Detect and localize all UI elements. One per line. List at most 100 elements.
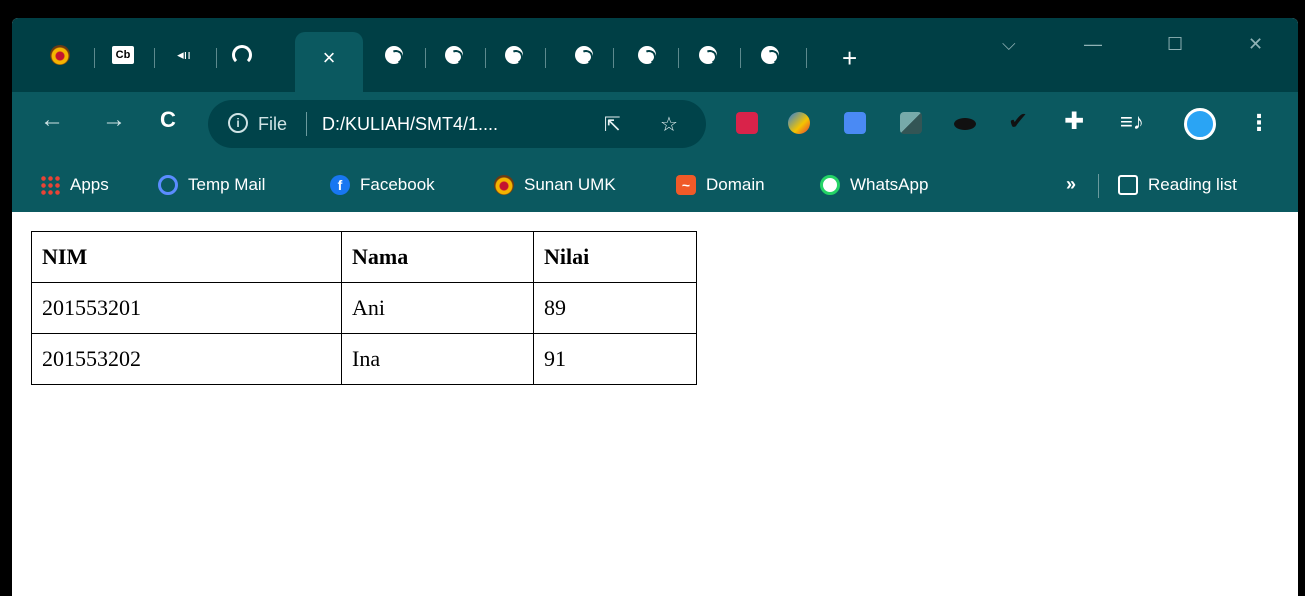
tab-active[interactable]: × [295, 32, 363, 92]
media-control-icon[interactable]: ≡♪ [1120, 110, 1144, 134]
url-scheme: File [258, 114, 288, 134]
page-content: NIM Nama Nilai 201553201 Ani 89 20155320… [12, 212, 1298, 596]
tab-page[interactable] [370, 35, 418, 75]
umk-logo-icon [50, 45, 70, 65]
extension-globe-icon[interactable] [788, 112, 810, 134]
speaker-icon: ◂ıı [177, 47, 191, 62]
bookmark-facebook[interactable]: f Facebook [330, 174, 435, 196]
header-nim: NIM [31, 231, 342, 283]
share-icon[interactable]: ⇱ [604, 112, 621, 137]
header-nama: Nama [341, 231, 534, 283]
bookmark-label: Sunan UMK [524, 175, 616, 194]
table-row: 201553202 Ina 91 [31, 333, 697, 385]
tab-separator [485, 48, 486, 68]
minimize-button[interactable]: — [1084, 34, 1102, 55]
bookmark-whatsapp[interactable]: WhatsApp [820, 174, 928, 196]
cell-nim: 201553201 [31, 282, 342, 334]
github-icon [232, 45, 252, 65]
tab-separator [740, 48, 741, 68]
bookmark-star-icon[interactable]: ☆ [660, 112, 678, 137]
tab-separator [425, 48, 426, 68]
bookmark-label: Facebook [360, 175, 435, 194]
extension-red-icon[interactable] [736, 112, 758, 134]
maximize-button[interactable]: ☐ [1167, 34, 1183, 55]
bookmark-label: Apps [70, 175, 109, 194]
extension-arrow-icon[interactable] [900, 112, 922, 134]
extensions-puzzle-icon[interactable]: ✚ [1064, 110, 1084, 134]
bookmark-label: Domain [706, 175, 765, 194]
tab-page[interactable] [746, 35, 794, 75]
reload-button[interactable]: C [160, 108, 176, 132]
tab-cb[interactable]: Cb [99, 35, 147, 75]
url-text[interactable]: D:/KULIAH/SMT4/1.... [322, 114, 498, 135]
cell-nama: Ina [341, 333, 534, 385]
tab-page[interactable] [560, 35, 608, 75]
reading-list-label: Reading list [1148, 175, 1237, 194]
browser-window: Cb ◂ıı × + ⌵ — ☐ ✕ ← → C i File D:/KULIA… [12, 18, 1298, 596]
globe-icon [638, 46, 656, 64]
cell-nim: 201553202 [31, 333, 342, 385]
bookmark-domain[interactable]: ~ Domain [676, 174, 765, 196]
table-row: 201553201 Ani 89 [31, 282, 697, 334]
domain-icon: ~ [676, 175, 696, 195]
tab-audio[interactable]: ◂ıı [160, 35, 208, 75]
address-separator [306, 112, 307, 136]
profile-avatar[interactable] [1184, 108, 1216, 140]
cell-nilai: 91 [533, 333, 697, 385]
cell-nama: Ani [341, 282, 534, 334]
new-tab-button[interactable]: + [842, 45, 857, 71]
bookmarks-overflow-button[interactable]: » [1066, 174, 1076, 195]
reading-list-icon [1118, 175, 1138, 195]
bookmark-temp-mail[interactable]: Temp Mail [158, 174, 265, 196]
globe-icon [761, 46, 779, 64]
back-button[interactable]: ← [40, 108, 64, 132]
bookmark-label: Temp Mail [188, 175, 266, 194]
header-nilai: Nilai [533, 231, 697, 283]
tab-separator [806, 48, 807, 68]
tab-page[interactable] [490, 35, 538, 75]
tab-page[interactable] [430, 35, 478, 75]
cell-nilai: 89 [533, 282, 697, 334]
table-header-row: NIM Nama Nilai [31, 231, 697, 283]
tab-page[interactable] [623, 35, 671, 75]
facebook-icon: f [330, 175, 350, 195]
close-window-button[interactable]: ✕ [1248, 34, 1263, 55]
tab-separator [216, 48, 217, 68]
temp-mail-icon [158, 175, 178, 195]
globe-icon [575, 46, 593, 64]
tab-search-icon[interactable]: ⌵ [1002, 34, 1016, 55]
whatsapp-icon [820, 175, 840, 195]
info-icon[interactable]: i [228, 113, 248, 133]
bookmarks-separator [1098, 174, 1099, 198]
forward-button[interactable]: → [102, 108, 126, 132]
tab-separator [613, 48, 614, 68]
bookmark-label: WhatsApp [850, 175, 929, 194]
tab-separator [545, 48, 546, 68]
check-extension-icon[interactable]: ✔ [1008, 110, 1028, 134]
extension-hat-icon[interactable] [954, 118, 976, 130]
umk-logo-icon [494, 175, 514, 195]
bookmark-sunan-umk[interactable]: Sunan UMK [494, 174, 616, 196]
menu-icon[interactable]: ⋮ [1248, 110, 1270, 136]
globe-icon [505, 46, 523, 64]
data-table: NIM Nama Nilai 201553201 Ani 89 20155320… [31, 231, 697, 385]
tab-separator [94, 48, 95, 68]
tab-separator [678, 48, 679, 68]
reading-list-button[interactable]: Reading list [1118, 174, 1237, 196]
close-icon[interactable]: × [323, 47, 336, 69]
tab-separator [154, 48, 155, 68]
tab-umk[interactable] [36, 35, 84, 75]
tab-page[interactable] [684, 35, 732, 75]
bookmark-apps[interactable]: Apps [40, 174, 109, 196]
apps-grid-icon [40, 175, 60, 195]
bookmarks-bar: Apps Temp Mail f Facebook Sunan UMK ~ Do… [12, 156, 1298, 212]
address-bar[interactable]: i File D:/KULIAH/SMT4/1.... ⇱ ☆ [208, 100, 706, 148]
tab-github[interactable] [218, 35, 266, 75]
tab-strip: Cb ◂ıı × + ⌵ — ☐ ✕ [12, 18, 1298, 92]
globe-icon [445, 46, 463, 64]
globe-icon [385, 46, 403, 64]
translate-icon[interactable] [844, 112, 866, 134]
browser-toolbar: ← → C i File D:/KULIAH/SMT4/1.... ⇱ ☆ ✔ … [12, 92, 1298, 156]
cb-icon: Cb [112, 46, 134, 64]
globe-icon [699, 46, 717, 64]
